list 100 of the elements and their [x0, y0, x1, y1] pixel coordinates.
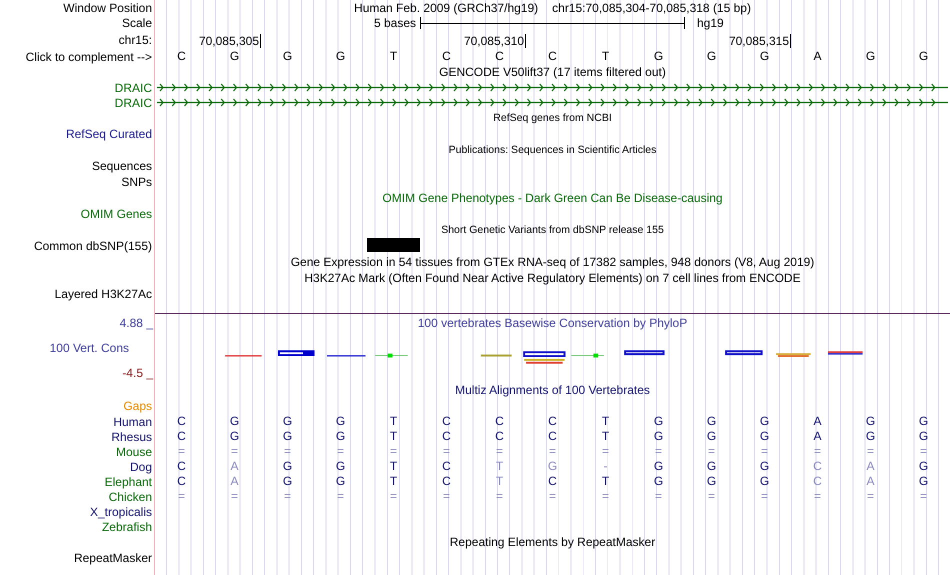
alignment-base: A: [230, 475, 238, 488]
alignment-base: G: [336, 415, 346, 428]
base-letter[interactable]: G: [760, 50, 770, 63]
track-label[interactable]: Elephant: [104, 474, 152, 488]
base-letter[interactable]: T: [602, 50, 610, 63]
alignment-base: T: [390, 460, 398, 473]
track-label[interactable]: Sequences: [92, 159, 152, 173]
alignment-base: =: [866, 445, 874, 458]
track-label[interactable]: OMIM Genes: [80, 207, 152, 221]
alignment-base: T: [496, 475, 504, 488]
alignment-base: G: [918, 415, 928, 428]
alignment-base: =: [814, 445, 821, 458]
track-title: OMIM Gene Phenotypes - Dark Green Can Be Disease-causing: [382, 191, 723, 205]
alignment-base: =: [760, 490, 768, 503]
alignment-base: A: [866, 475, 874, 488]
alignment-base: =: [390, 445, 397, 458]
assembly-name: Human Feb. 2009 (GRCh37/hg19): [354, 0, 538, 14]
track-label[interactable]: Common dbSNP(155): [34, 239, 152, 253]
base-letter[interactable]: G: [706, 50, 716, 63]
alignment-base: G: [706, 415, 716, 428]
alignment-base: =: [920, 445, 927, 458]
alignment-base: G: [336, 475, 346, 488]
alignment-base: G: [866, 430, 876, 443]
track-label[interactable]: Window Position: [63, 0, 152, 14]
track-label[interactable]: Click to complement -->: [26, 50, 152, 64]
track-label[interactable]: Chicken: [108, 490, 152, 504]
alignment-base: C: [495, 415, 504, 428]
alignment-base: G: [282, 475, 292, 488]
track-title: GENCODE V50lift37 (17 items filtered out): [439, 65, 666, 79]
base-letter[interactable]: C: [442, 50, 451, 63]
alignment-base: G: [760, 460, 770, 473]
track-label[interactable]: Dog: [130, 460, 152, 474]
alignment-base: G: [706, 460, 716, 473]
base-letter[interactable]: T: [390, 50, 398, 63]
base-letter[interactable]: C: [177, 50, 186, 63]
alignment-base: C: [177, 460, 186, 473]
alignment-base: A: [866, 460, 874, 473]
track-label[interactable]: RefSeq Curated: [66, 127, 152, 141]
base-letter[interactable]: G: [866, 50, 876, 63]
axis-min-label: -4.5 _: [122, 367, 153, 380]
alignment-base: T: [602, 430, 610, 443]
track-title: RefSeq genes from NCBI: [493, 112, 612, 124]
alignment-base: =: [548, 445, 556, 458]
track-label[interactable]: Zebrafish: [102, 520, 152, 534]
alignment-base: G: [654, 460, 664, 473]
alignment-base: =: [230, 490, 238, 503]
alignment-base: =: [814, 490, 821, 503]
alignment-base: =: [230, 445, 238, 458]
alignment-base: T: [390, 475, 398, 488]
base-letter[interactable]: A: [813, 50, 822, 63]
alignment-base: A: [813, 415, 822, 428]
alignment-base: G: [654, 415, 664, 428]
alignment-base: G: [230, 415, 240, 428]
track-label[interactable]: X_tropicalis: [90, 504, 152, 518]
track-title: 100 vertebrates Basewise Conservation by PhyloP: [418, 316, 688, 330]
alignment-base: T: [602, 415, 610, 428]
track-title: Multiz Alignments of 100 Vertebrates: [455, 383, 650, 397]
alignment-base: =: [178, 445, 185, 458]
alignment-base: =: [602, 445, 609, 458]
track-label[interactable]: Mouse: [116, 444, 152, 458]
track-title: Short Genetic Variants from dbSNP release 155: [441, 224, 664, 236]
alignment-base: =: [708, 490, 715, 503]
alignment-base: G: [866, 415, 876, 428]
alignment-base: =: [866, 490, 874, 503]
track-label[interactable]: RepeatMasker: [74, 551, 152, 565]
alignment-base: C: [495, 430, 504, 443]
alignment-base: =: [548, 490, 556, 503]
alignment-base: =: [654, 490, 662, 503]
alignment-base: =: [336, 490, 344, 503]
alignment-base: =: [284, 490, 291, 503]
track-title: Publications: Sequences in Scientific Articles: [448, 144, 656, 156]
base-letter[interactable]: G: [336, 50, 346, 63]
track-label[interactable]: Layered H3K27Ac: [54, 287, 152, 301]
alignment-base: G: [918, 475, 928, 488]
base-letter[interactable]: G: [282, 50, 292, 63]
position-range[interactable]: chr15:70,085,304-70,085,318 (15 bp): [552, 0, 751, 14]
track-label[interactable]: Rhesus: [111, 430, 152, 444]
alignment-base: =: [284, 445, 291, 458]
track-label[interactable]: DRAIC: [114, 80, 152, 94]
alignment-base: C: [813, 475, 822, 488]
base-letter[interactable]: G: [654, 50, 664, 63]
track-label[interactable]: chr15:: [118, 33, 152, 47]
alignment-base: G: [918, 460, 928, 473]
alignment-base: =: [496, 445, 503, 458]
track-label[interactable]: SNPs: [121, 175, 152, 189]
axis-max-label: 4.88 _: [120, 317, 153, 330]
track-label[interactable]: Human: [113, 414, 152, 428]
base-letter[interactable]: C: [548, 50, 557, 63]
scale-label: 5 bases: [374, 16, 417, 30]
base-letter[interactable]: G: [918, 50, 928, 63]
alignment-base: =: [654, 445, 662, 458]
track-label[interactable]: 100 Vert. Cons: [50, 342, 153, 355]
alignment-base: C: [548, 475, 557, 488]
alignment-base: G: [654, 475, 664, 488]
base-letter[interactable]: G: [230, 50, 240, 63]
alignment-base: G: [654, 430, 664, 443]
alignment-base: G: [282, 430, 292, 443]
base-letter[interactable]: C: [495, 50, 504, 63]
track-label[interactable]: DRAIC: [114, 96, 152, 110]
track-label[interactable]: Scale: [122, 16, 152, 30]
